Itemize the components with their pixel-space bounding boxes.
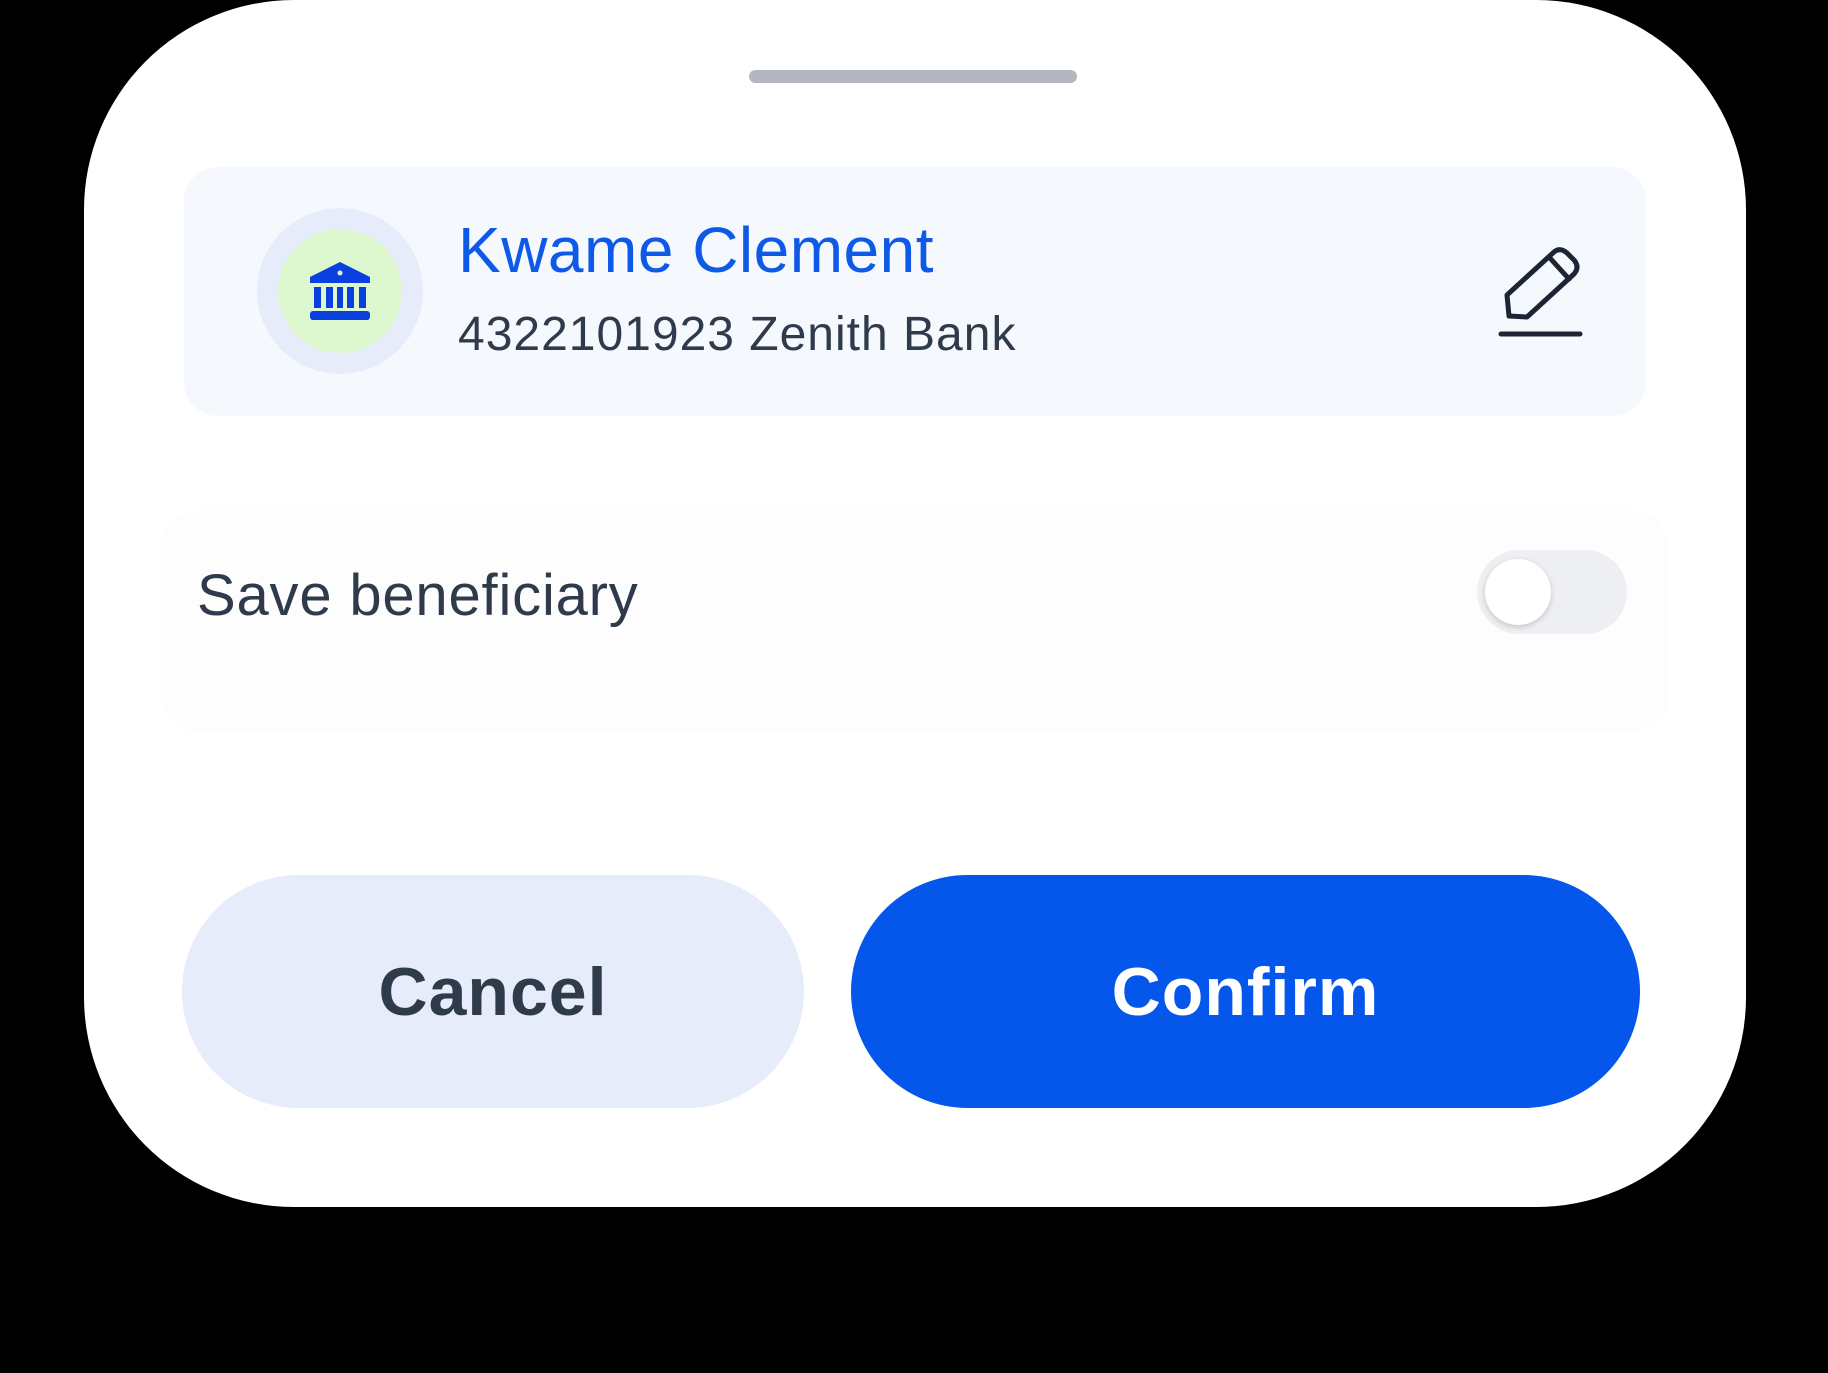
avatar <box>257 208 423 374</box>
cancel-button[interactable]: Cancel <box>182 875 804 1108</box>
beneficiary-card: Kwame Clement 4322101923 Zenith Bank <box>184 167 1646 416</box>
save-beneficiary-toggle[interactable] <box>1477 550 1627 634</box>
toggle-knob <box>1485 559 1551 625</box>
save-beneficiary-row: Save beneficiary <box>160 510 1670 732</box>
edit-pencil-icon <box>1498 247 1583 337</box>
beneficiary-name: Kwame Clement <box>458 214 934 286</box>
beneficiary-account-details: 4322101923 Zenith Bank <box>458 308 1017 361</box>
drag-handle[interactable] <box>749 70 1077 83</box>
save-beneficiary-label: Save beneficiary <box>197 563 639 628</box>
edit-beneficiary-button[interactable] <box>1496 243 1586 343</box>
confirm-button[interactable]: Confirm <box>851 875 1640 1108</box>
bank-icon <box>310 262 370 320</box>
bottom-sheet: Kwame Clement 4322101923 Zenith Bank Sav… <box>84 0 1746 1207</box>
